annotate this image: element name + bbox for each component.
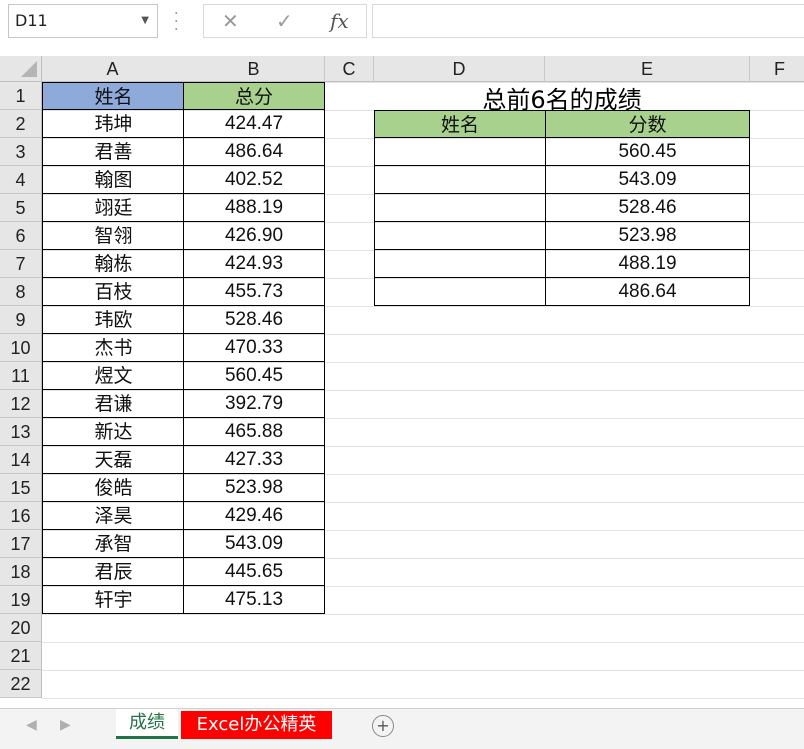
row-header-10[interactable]: 10 xyxy=(0,334,42,362)
name-box-value: D11 xyxy=(15,11,48,30)
cell-student-name[interactable]: 煜文 xyxy=(42,362,184,390)
row-header-6[interactable]: 6 xyxy=(0,222,42,250)
cell-student-score[interactable]: 560.45 xyxy=(183,362,325,390)
cell-student-score[interactable]: 470.33 xyxy=(183,334,325,362)
select-all-button[interactable] xyxy=(0,56,42,82)
cell-student-score[interactable]: 543.09 xyxy=(183,530,325,558)
column-header-a[interactable]: A xyxy=(42,56,184,82)
row-header-3[interactable]: 3 xyxy=(0,138,42,166)
cell-student-name[interactable]: 智翎 xyxy=(42,222,184,250)
next-sheet-icon[interactable]: ▶ xyxy=(60,717,71,733)
cell-student-score[interactable]: 475.13 xyxy=(183,586,325,614)
cell-top-name[interactable] xyxy=(374,278,545,306)
row-header-2[interactable]: 2 xyxy=(0,110,42,138)
cell-student-score[interactable]: 426.90 xyxy=(183,222,325,250)
row-header-21[interactable]: 21 xyxy=(0,642,42,670)
cell-top-name[interactable] xyxy=(374,222,545,250)
row-header-17[interactable]: 17 xyxy=(0,530,42,558)
cell-top-score[interactable]: 528.46 xyxy=(545,194,750,222)
add-sheet-icon[interactable]: + xyxy=(372,715,394,737)
cell-top-header-score[interactable]: 分数 xyxy=(545,110,750,138)
row-header-8[interactable]: 8 xyxy=(0,278,42,306)
row-header-13[interactable]: 13 xyxy=(0,418,42,446)
cell-student-score[interactable]: 523.98 xyxy=(183,474,325,502)
cell-student-name[interactable]: 俊皓 xyxy=(42,474,184,502)
cell-header-name[interactable]: 姓名 xyxy=(42,82,184,110)
cell-student-name[interactable]: 承智 xyxy=(42,530,184,558)
row-header-19[interactable]: 19 xyxy=(0,586,42,614)
formula-bar: D11 ▼ · · · ✕ ✓ fx xyxy=(0,0,804,44)
cell-top-header-name[interactable]: 姓名 xyxy=(374,110,545,138)
cell-top-score[interactable]: 523.98 xyxy=(545,222,750,250)
formula-input[interactable] xyxy=(372,4,804,38)
row-header-22[interactable]: 22 xyxy=(0,670,42,698)
more-icon[interactable]: · · · xyxy=(174,7,178,37)
name-box[interactable]: D11 ▼ xyxy=(8,4,158,38)
cell-header-score[interactable]: 总分 xyxy=(183,82,325,110)
column-header-e[interactable]: E xyxy=(545,56,750,82)
row-header-14[interactable]: 14 xyxy=(0,446,42,474)
top-table-title: 总前6名的成绩 xyxy=(482,86,642,114)
cell-student-score[interactable]: 427.33 xyxy=(183,446,325,474)
chevron-down-icon[interactable]: ▼ xyxy=(141,5,149,37)
formula-buttons: ✕ ✓ fx xyxy=(203,4,367,38)
cell-top-name[interactable] xyxy=(374,138,545,166)
column-header-c[interactable]: C xyxy=(325,56,374,82)
cell-student-score[interactable]: 445.65 xyxy=(183,558,325,586)
cell-top-name[interactable] xyxy=(374,194,545,222)
cell-student-name[interactable]: 百枝 xyxy=(42,278,184,306)
row-header-1[interactable]: 1 xyxy=(0,82,42,110)
cell-student-score[interactable]: 429.46 xyxy=(183,502,325,530)
column-header-d[interactable]: D xyxy=(374,56,545,82)
cell-student-name[interactable]: 泽昊 xyxy=(42,502,184,530)
column-header-b[interactable]: B xyxy=(183,56,325,82)
row-header-18[interactable]: 18 xyxy=(0,558,42,586)
sheet-tab-excel[interactable]: Excel办公精英 xyxy=(181,711,332,739)
cell-student-name[interactable]: 君谦 xyxy=(42,390,184,418)
cell-top-name[interactable] xyxy=(374,250,545,278)
cell-student-score[interactable]: 486.64 xyxy=(183,138,325,166)
cell-student-name[interactable]: 君辰 xyxy=(42,558,184,586)
cell-student-name[interactable]: 翊廷 xyxy=(42,194,184,222)
row-header-16[interactable]: 16 xyxy=(0,502,42,530)
row-header-12[interactable]: 12 xyxy=(0,390,42,418)
cell-top-score[interactable]: 543.09 xyxy=(545,166,750,194)
cell-student-name[interactable]: 轩宇 xyxy=(42,586,184,614)
confirm-icon[interactable]: ✓ xyxy=(276,9,293,33)
cell-student-name[interactable]: 翰图 xyxy=(42,166,184,194)
cell-student-score[interactable]: 465.88 xyxy=(183,418,325,446)
cell-student-score[interactable]: 424.47 xyxy=(183,110,325,138)
cell-student-name[interactable]: 翰栋 xyxy=(42,250,184,278)
row-header-20[interactable]: 20 xyxy=(0,614,42,642)
row-header-5[interactable]: 5 xyxy=(0,194,42,222)
row-header-4[interactable]: 4 xyxy=(0,166,42,194)
cell-student-name[interactable]: 君善 xyxy=(42,138,184,166)
cell-student-name[interactable]: 新达 xyxy=(42,418,184,446)
cell-student-score[interactable]: 424.93 xyxy=(183,250,325,278)
cell-top-score[interactable]: 488.19 xyxy=(545,250,750,278)
cell-student-score[interactable]: 455.73 xyxy=(183,278,325,306)
worksheet-grid: ABCDEF 1 2 3 4 5 6 7 8 9 10 11 12 13 14 15 16 17 18 19 20 21… xyxy=(0,56,804,726)
sheet-tab-bar: ◀ ▶ 成绩 Excel办公精英 + xyxy=(0,708,804,749)
prev-sheet-icon[interactable]: ◀ xyxy=(26,717,37,733)
cell-top-score[interactable]: 486.64 xyxy=(545,278,750,306)
row-header-9[interactable]: 9 xyxy=(0,306,42,334)
cell-top-score[interactable]: 560.45 xyxy=(545,138,750,166)
cell-student-score[interactable]: 402.52 xyxy=(183,166,325,194)
sheet-tab-scores[interactable]: 成绩 xyxy=(116,709,178,739)
cell-student-name[interactable]: 杰书 xyxy=(42,334,184,362)
cell-student-name[interactable]: 玮欧 xyxy=(42,306,184,334)
cell-student-score[interactable]: 392.79 xyxy=(183,390,325,418)
cell-student-score[interactable]: 528.46 xyxy=(183,306,325,334)
column-header-f[interactable]: F xyxy=(750,56,804,82)
cancel-icon[interactable]: ✕ xyxy=(222,9,239,33)
cell-student-name[interactable]: 玮坤 xyxy=(42,110,184,138)
row-header-7[interactable]: 7 xyxy=(0,250,42,278)
row-header-15[interactable]: 15 xyxy=(0,474,42,502)
insert-function-icon[interactable]: fx xyxy=(330,9,349,33)
cell-top-name[interactable] xyxy=(374,166,545,194)
row-header-11[interactable]: 11 xyxy=(0,362,42,390)
cell-student-name[interactable]: 天磊 xyxy=(42,446,184,474)
cell-student-score[interactable]: 488.19 xyxy=(183,194,325,222)
